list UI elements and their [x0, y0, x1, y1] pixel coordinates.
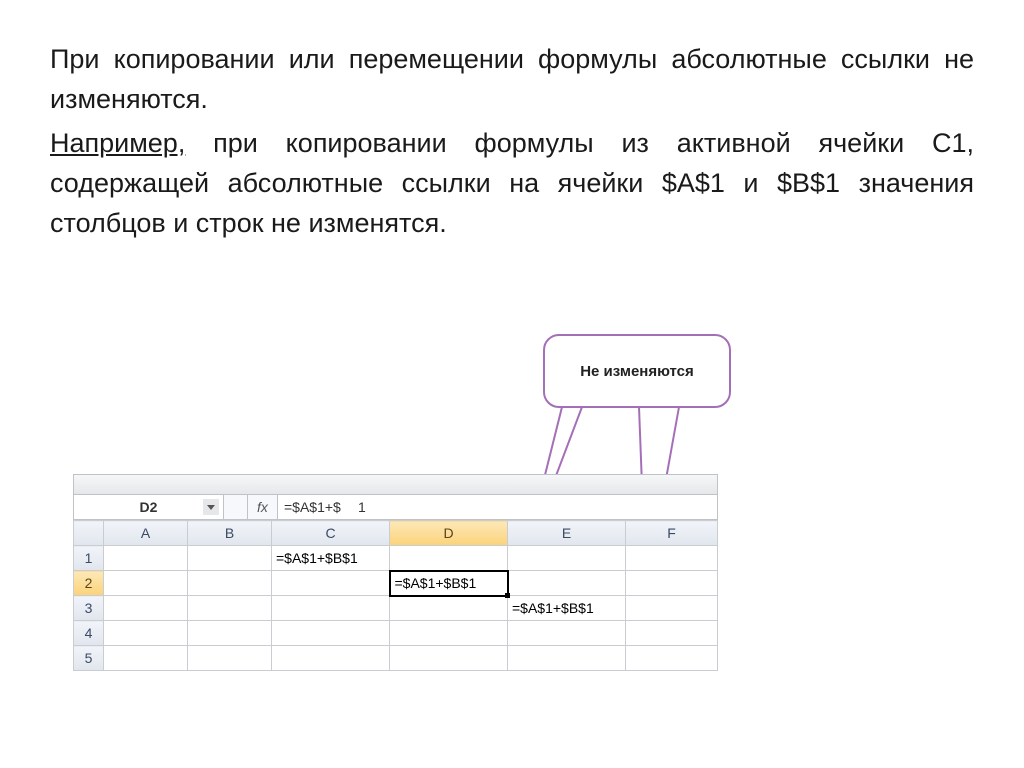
col-header-C[interactable]: C [272, 521, 390, 546]
spreadsheet-grid[interactable]: A B C D E F 1 =$A$1+$B$1 2 =$A$1+$B$1 3 [73, 520, 718, 671]
cell-E3[interactable]: =$A$1+$B$1 [508, 596, 626, 621]
cell-C4[interactable] [272, 621, 390, 646]
fx-icon[interactable]: fx [248, 495, 278, 519]
formula-bar-input[interactable]: =$A$1+$B$1 [278, 495, 717, 519]
cell-F1[interactable] [626, 546, 718, 571]
col-header-F[interactable]: F [626, 521, 718, 546]
cell-E4[interactable] [508, 621, 626, 646]
col-header-A[interactable]: A [104, 521, 188, 546]
col-header-D[interactable]: D [390, 521, 508, 546]
excel-toolbar [73, 474, 718, 494]
cell-A1[interactable] [104, 546, 188, 571]
name-box-value: D2 [140, 499, 158, 515]
row-header-3[interactable]: 3 [74, 596, 104, 621]
cell-A5[interactable] [104, 646, 188, 671]
cell-F3[interactable] [626, 596, 718, 621]
cell-F4[interactable] [626, 621, 718, 646]
paragraph-2-body: при копировании формулы из активной ячей… [50, 128, 974, 238]
example-word: Например, [50, 128, 185, 158]
cell-A4[interactable] [104, 621, 188, 646]
name-box-dropdown-icon[interactable] [203, 499, 219, 515]
row-header-4[interactable]: 4 [74, 621, 104, 646]
cell-E1[interactable] [508, 546, 626, 571]
col-header-B[interactable]: B [188, 521, 272, 546]
row-header-1[interactable]: 1 [74, 546, 104, 571]
cell-F5[interactable] [626, 646, 718, 671]
cell-D2-active[interactable]: =$A$1+$B$1 [390, 571, 508, 596]
col-header-E[interactable]: E [508, 521, 626, 546]
cell-E5[interactable] [508, 646, 626, 671]
cell-B1[interactable] [188, 546, 272, 571]
callout-text: Не изменяются [580, 363, 694, 380]
callout-box: Не изменяются [543, 334, 731, 408]
cell-D4[interactable] [390, 621, 508, 646]
row-header-2[interactable]: 2 [74, 571, 104, 596]
cell-F2[interactable] [626, 571, 718, 596]
cell-C3[interactable] [272, 596, 390, 621]
fx-spacer [224, 495, 248, 519]
cell-D1[interactable] [390, 546, 508, 571]
cell-A2[interactable] [104, 571, 188, 596]
cell-D3[interactable] [390, 596, 508, 621]
cell-B4[interactable] [188, 621, 272, 646]
name-box[interactable]: D2 [74, 495, 224, 519]
cell-B5[interactable] [188, 646, 272, 671]
formula-bar-text-b: 1 [358, 499, 366, 515]
cell-E2[interactable] [508, 571, 626, 596]
formula-bar-row: D2 fx =$A$1+$B$1 [73, 494, 718, 520]
cell-B3[interactable] [188, 596, 272, 621]
paragraph-2: Например, при копировании формулы из акт… [50, 124, 974, 244]
cell-C2[interactable] [272, 571, 390, 596]
paragraph-1: При копировании или перемещении формулы … [50, 40, 974, 120]
cell-A3[interactable] [104, 596, 188, 621]
cell-B2[interactable] [188, 571, 272, 596]
formula-bar-text-a: =$A$1+$ [284, 499, 341, 515]
cell-D5[interactable] [390, 646, 508, 671]
excel-screenshot: D2 fx =$A$1+$B$1 A B C D E F 1 =$ [73, 474, 718, 671]
cell-C1[interactable]: =$A$1+$B$1 [272, 546, 390, 571]
select-all-corner[interactable] [74, 521, 104, 546]
cell-C5[interactable] [272, 646, 390, 671]
row-header-5[interactable]: 5 [74, 646, 104, 671]
